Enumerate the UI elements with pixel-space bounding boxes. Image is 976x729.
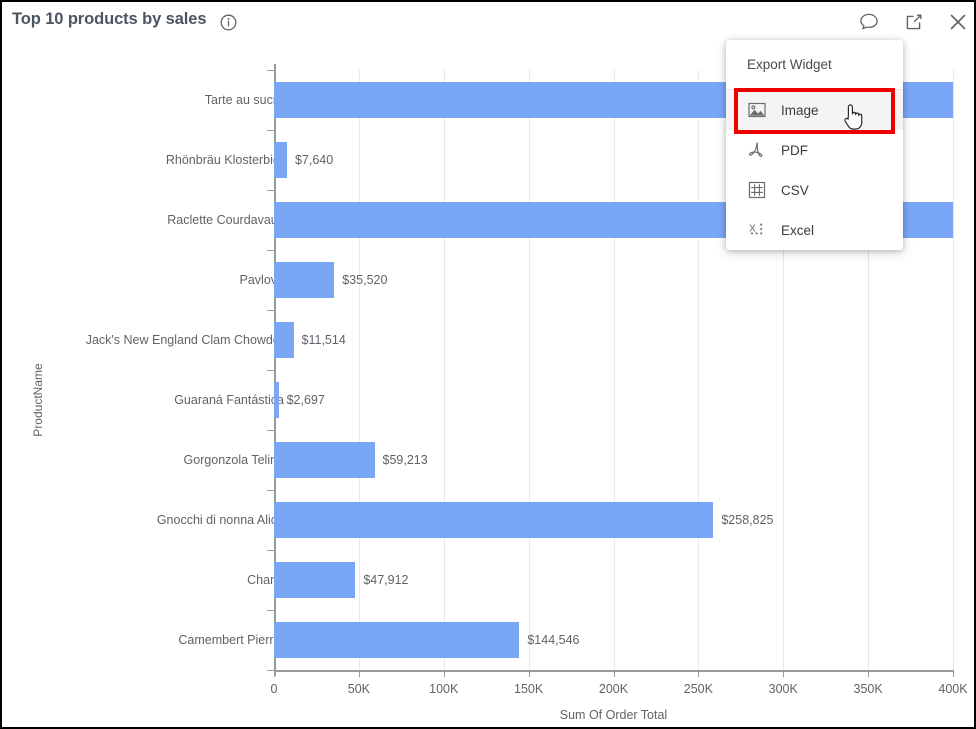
y-axis-category-label: Gnocchi di nonna Alice [157, 490, 284, 550]
bar[interactable] [274, 502, 713, 538]
x-axis-tick-label: 50K [348, 682, 370, 696]
csv-grid-icon [747, 180, 767, 200]
bar[interactable] [274, 382, 279, 418]
export-widget-menu: Export Widget Image PDF CSV X Excel [726, 40, 903, 250]
x-axis-tick-label: 300K [769, 682, 798, 696]
export-menu-item-image[interactable]: Image [726, 90, 903, 130]
bar[interactable] [274, 262, 334, 298]
bar-value-label: $258,825 [721, 490, 773, 550]
export-menu-item-csv[interactable]: CSV [726, 170, 903, 210]
x-axis-tick-label: 0 [271, 682, 278, 696]
info-circle-icon[interactable] [220, 14, 237, 31]
bar-value-label: $59,213 [383, 430, 428, 490]
x-axis-tick [529, 670, 530, 677]
comment-bubble-icon[interactable] [858, 11, 880, 33]
x-axis-tick [868, 670, 869, 677]
x-axis-tick [783, 670, 784, 677]
x-axis-tick [274, 670, 275, 677]
y-axis-category-label: Guaraná Fantástica [174, 370, 284, 430]
export-menu-item-pdf[interactable]: PDF [726, 130, 903, 170]
chart-row: Guaraná Fantástica$2,697 [2, 370, 974, 430]
x-axis-tick [953, 670, 954, 677]
bar-value-label: $47,912 [363, 550, 408, 610]
bar-value-label: $11,514 [302, 310, 346, 370]
x-axis-tick-label: 150K [514, 682, 543, 696]
bar-value-label: $144,546 [527, 610, 579, 670]
widget-header: Top 10 products by sales [2, 2, 974, 38]
y-axis-category-label: Gorgonzola Telino [183, 430, 284, 490]
x-axis-tick-label: 100K [429, 682, 458, 696]
x-axis-tick [359, 670, 360, 677]
bar-value-label: $2,697 [287, 370, 325, 430]
widget-window: Top 10 products by sales [0, 0, 976, 729]
chart-row: Jack's New England Clam Chowder $11,514 [2, 310, 974, 370]
chart-row: Pavlova$35,520 [2, 250, 974, 310]
x-axis-title: Sum Of Order Total [274, 708, 953, 722]
x-axis-tick-label: 350K [854, 682, 883, 696]
x-axis-tick [444, 670, 445, 677]
x-axis-tick-label: 200K [599, 682, 628, 696]
y-axis-category-label: Camembert Pierrot [178, 610, 284, 670]
x-axis-tick-label: 250K [684, 682, 713, 696]
bar[interactable] [274, 622, 519, 658]
y-axis-category-label: Raclette Courdavault [167, 190, 284, 250]
x-axis-tick [698, 670, 699, 677]
bar-value-label: $7,640 [295, 130, 333, 190]
export-menu-items: Image PDF CSV X Excel [726, 90, 903, 250]
export-menu-title: Export Widget [726, 40, 903, 90]
image-icon [747, 100, 767, 120]
pdf-icon [747, 140, 767, 160]
page-title: Top 10 products by sales [12, 10, 206, 29]
excel-icon: X [747, 220, 767, 240]
close-x-icon[interactable] [946, 10, 970, 34]
chart-row: Gnocchi di nonna Alice $258,825 [2, 490, 974, 550]
chart-row: Chang$47,912 [2, 550, 974, 610]
export-menu-item-label: CSV [781, 183, 809, 198]
bar[interactable] [274, 322, 294, 358]
export-menu-item-label: Excel [781, 223, 814, 238]
export-menu-item-label: Image [781, 103, 819, 118]
export-menu-item-label: PDF [781, 143, 808, 158]
y-axis-category-label: Jack's New England Clam Chowder [86, 310, 284, 370]
bar[interactable] [274, 442, 375, 478]
y-axis-category-label: Tarte au sucre [205, 70, 284, 130]
bar[interactable] [274, 562, 355, 598]
export-menu-item-excel[interactable]: X Excel [726, 210, 903, 250]
bar[interactable] [274, 142, 287, 178]
x-axis-tick-label: 400K [938, 682, 967, 696]
bar-value-label: $35,520 [342, 250, 387, 310]
chart-row: Gorgonzola Telino $59,213 [2, 430, 974, 490]
pointing-hand-cursor [840, 102, 866, 132]
chart-row: Camembert Pierrot $144,546 [2, 610, 974, 670]
export-share-icon[interactable] [903, 11, 925, 33]
y-axis-category-label: Rhönbräu Klosterbier [166, 130, 284, 190]
x-axis-tick [614, 670, 615, 677]
